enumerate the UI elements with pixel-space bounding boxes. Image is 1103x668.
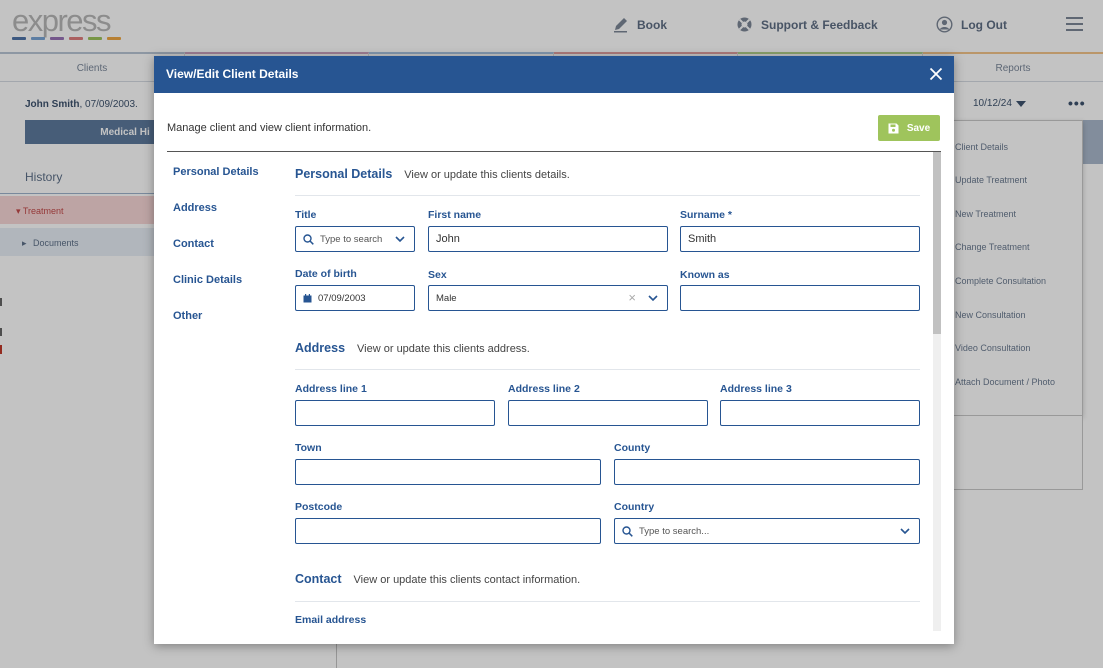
client-details-modal: View/Edit Client Details Manage client a… [154,56,954,644]
title-select[interactable]: Type to search [295,226,415,252]
section-divider [295,195,920,196]
client-form: Personal Details View or update this cli… [295,152,920,631]
address-line3-label: Address line 3 [720,383,792,395]
close-icon[interactable] [929,67,943,81]
nav-other[interactable]: Other [173,310,259,346]
county-field[interactable] [614,459,920,485]
save-button[interactable]: Save [878,115,940,141]
section-divider [295,601,920,602]
address-section-title: Address [295,341,346,355]
contact-section-header: Contact View or update this clients cont… [295,572,580,586]
country-select[interactable]: Type to search... [614,518,920,544]
nav-clinic-details[interactable]: Clinic Details [173,274,259,310]
email-label: Email address [295,614,367,626]
surname-label: Surname * [680,209,732,221]
known-as-label: Known as [680,269,730,281]
address-section-header: Address View or update this clients addr… [295,341,530,355]
dob-field[interactable]: 07/09/2003 [295,285,415,311]
dob-value: 07/09/2003 [318,292,366,304]
clear-icon[interactable]: × [628,291,636,304]
address-line3-field[interactable] [720,400,920,426]
sex-value: Male [436,292,457,304]
country-label: Country [614,501,655,513]
save-icon [888,123,899,133]
town-label: Town [295,442,322,454]
first-name-value: John [436,233,460,245]
county-label: County [614,442,651,454]
town-field[interactable] [295,459,601,485]
country-placeholder: Type to search... [639,525,710,537]
nav-address[interactable]: Address [173,202,259,238]
dob-label: Date of birth [295,268,357,280]
surname-value: Smith [688,233,717,245]
modal-description: Manage client and view client informatio… [167,122,372,134]
address-section-subtitle: View or update this clients address. [357,343,530,355]
section-nav: Personal Details Address Contact Clinic … [173,166,259,346]
address-line1-field[interactable] [295,400,495,426]
first-name-label: First name [428,209,482,221]
chevron-down-icon[interactable] [648,294,658,302]
section-divider [295,369,920,370]
search-icon [622,525,633,537]
postcode-field[interactable] [295,518,601,544]
personal-section-title: Personal Details [295,167,393,181]
title-placeholder: Type to search [320,233,383,245]
scrollbar-thumb[interactable] [933,152,941,334]
contact-section-title: Contact [295,572,342,586]
search-icon [303,233,314,245]
address-line2-field[interactable] [508,400,708,426]
calendar-icon [303,293,312,302]
sex-select[interactable]: Male × [428,285,668,311]
contact-section-subtitle: View or update this clients contact info… [353,574,581,586]
postcode-label: Postcode [295,501,343,513]
chevron-down-icon [900,528,910,535]
known-as-field[interactable] [680,285,920,311]
nav-contact[interactable]: Contact [173,238,259,274]
sex-label: Sex [428,269,447,281]
personal-section-subtitle: View or update this clients details. [404,169,570,181]
surname-field[interactable]: Smith [680,226,920,252]
modal-header: View/Edit Client Details [154,56,954,93]
address-line1-label: Address line 1 [295,383,367,395]
modal-title: View/Edit Client Details [166,67,299,81]
address-line2-label: Address line 2 [508,383,580,395]
title-label: Title [295,209,317,221]
nav-personal-details[interactable]: Personal Details [173,166,259,202]
first-name-field[interactable]: John [428,226,668,252]
chevron-down-icon [395,236,405,243]
personal-section-header: Personal Details View or update this cli… [295,167,570,181]
save-button-label: Save [906,122,931,134]
